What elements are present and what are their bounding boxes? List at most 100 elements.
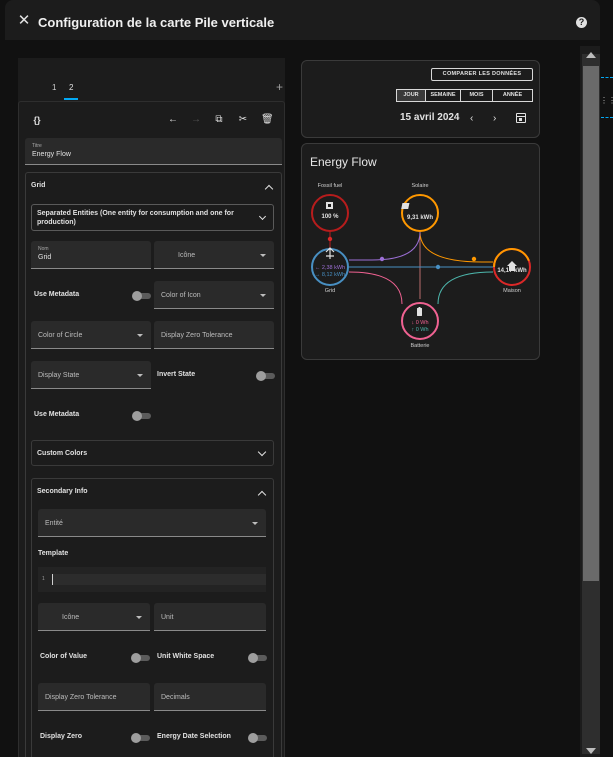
cut-icon[interactable]: ✂ — [237, 114, 249, 126]
close-icon[interactable]: ✕ — [17, 13, 31, 28]
help-icon[interactable]: ? — [576, 17, 587, 28]
display-zero-label: Display Zero — [40, 733, 83, 740]
scroll-down-icon[interactable] — [586, 748, 596, 754]
fossil-flow-dot — [327, 236, 333, 242]
solar-home-dot — [471, 256, 477, 262]
solar-home-line — [419, 231, 493, 263]
custom-colors-panel[interactable]: Custom Colors — [31, 440, 274, 466]
copy-icon[interactable]: ⧉ — [213, 114, 225, 126]
title-field[interactable]: Titre Energy Flow — [25, 138, 282, 165]
period-day-button[interactable]: JOUR — [396, 89, 426, 102]
template-label: Template — [38, 550, 69, 557]
use-metadata-label: Use Metadata — [34, 291, 80, 298]
home-value: 14,17 kWh — [497, 268, 527, 274]
compare-data-button[interactable]: COMPARER LES DONNÉES — [431, 68, 533, 81]
energy-flow-card: Energy Flow Fossil fuel 100 % Solaire 9,… — [301, 143, 540, 360]
fossil-circle — [311, 194, 349, 232]
color-of-value-label: Color of Value — [40, 653, 88, 660]
fossil-icon-inner — [328, 204, 331, 207]
dropdown-arrow-icon — [260, 254, 266, 257]
invert-state-switch[interactable] — [256, 371, 275, 381]
dialog-header: ✕ Configuration de la carte Pile vertica… — [5, 0, 600, 40]
arrow-left-icon[interactable]: ← — [167, 114, 179, 126]
code-editor-icon[interactable]: {} — [31, 114, 43, 126]
chevron-up-icon[interactable] — [257, 490, 267, 500]
color-of-icon-select[interactable]: Color of Icon — [154, 281, 274, 309]
dialog-scrollbar[interactable] — [580, 46, 600, 757]
use-metadata-switch-2[interactable] — [132, 411, 151, 421]
solar-grid-dot — [379, 256, 385, 262]
grid-panel-title: Grid — [31, 182, 46, 189]
use-metadata-switch[interactable] — [132, 291, 151, 301]
battery-home-line — [437, 271, 494, 305]
color-of-circle-select[interactable]: Color of Circle — [31, 321, 151, 349]
chevron-up-icon[interactable] — [264, 184, 274, 194]
battery-icon-tip — [418, 307, 421, 309]
decimals-field[interactable]: Decimals — [154, 683, 266, 711]
template-line[interactable] — [52, 574, 266, 585]
energy-date-selection-switch[interactable] — [248, 733, 267, 743]
solar-grid-line — [349, 231, 421, 261]
grid-name-field[interactable]: Nom Grid — [31, 241, 151, 269]
solar-panel-icon — [401, 203, 410, 209]
scroll-up-icon[interactable] — [586, 52, 596, 58]
grid-label: Grid — [324, 288, 336, 294]
secondary-icon-select[interactable]: Icône — [38, 603, 150, 631]
dropdown-arrow-icon — [136, 616, 142, 619]
grid-panel: Grid Separated Entities (One entity for … — [25, 172, 282, 757]
tab-2[interactable]: 2 — [69, 83, 73, 92]
grid-home-dot — [435, 264, 441, 270]
display-state-select[interactable]: Display State — [31, 361, 151, 389]
grid-mode-select[interactable]: Separated Entities (One entity for consu… — [31, 204, 274, 231]
grid-icon-select[interactable]: Icône — [154, 241, 274, 269]
background-dashed-line-2 — [601, 117, 613, 118]
dropdown-arrow-icon — [260, 294, 266, 297]
grid-battery-line — [348, 271, 403, 305]
color-of-value-switch[interactable] — [131, 653, 150, 663]
fossil-value: 100 % — [321, 214, 339, 220]
home-label: Maison — [503, 288, 521, 294]
secondary-display-zero-tolerance[interactable]: Display Zero Tolerance — [38, 683, 150, 711]
preview-column: COMPARER LES DONNÉES JOUR SEMAINE MOIS A… — [293, 53, 567, 366]
tab-1[interactable]: 1 — [52, 83, 56, 92]
display-zero-switch[interactable] — [131, 733, 150, 743]
dialog-body: 1 2 + {} ← → ⧉ ✂ 🗑 Titre Energy Flow Gri… — [5, 40, 600, 757]
prev-date-icon[interactable]: ‹ — [470, 113, 473, 124]
dropdown-arrow-icon — [252, 522, 258, 525]
chevron-down-icon — [258, 212, 267, 221]
unit-field[interactable]: Unit — [154, 603, 266, 631]
use-metadata-label-2: Use Metadata — [34, 411, 80, 418]
period-week-button[interactable]: SEMAINE — [426, 89, 461, 102]
arrow-right-icon[interactable]: → — [190, 114, 202, 126]
editor-column: 1 2 + {} ← → ⧉ ✂ 🗑 Titre Energy Flow Gri… — [18, 58, 285, 757]
selected-date: 15 avril 2024 — [400, 112, 460, 123]
period-month-button[interactable]: MOIS — [461, 89, 493, 102]
active-tab-indicator — [64, 98, 78, 100]
battery-label: Batterie — [410, 343, 430, 349]
dialog-title: Configuration de la carte Pile verticale — [38, 15, 275, 30]
card-config-dialog: ✕ Configuration de la carte Pile vertica… — [5, 0, 600, 757]
battery-out-value: ↑ 0 Wh — [411, 327, 429, 333]
period-year-button[interactable]: ANNÉE — [493, 89, 533, 102]
chevron-down-icon[interactable] — [257, 447, 267, 457]
add-tab-icon[interactable]: + — [276, 80, 283, 94]
dropdown-arrow-icon — [137, 334, 143, 337]
entity-select[interactable]: Entité — [38, 509, 266, 537]
background-dashed-line — [601, 77, 613, 78]
grid-out-value: → 8,12 kWh — [314, 272, 346, 278]
energy-date-selection-label: Energy Date Selection — [157, 733, 231, 740]
display-zero-tolerance-field[interactable]: Display Zero Tolerance — [154, 321, 274, 349]
background-edit-icon: ⋮⋮ — [600, 96, 613, 105]
unit-white-space-label: Unit White Space — [157, 653, 215, 660]
solar-label: Solaire — [411, 183, 429, 189]
delete-icon[interactable]: 🗑 — [261, 114, 274, 126]
next-date-icon[interactable]: › — [493, 113, 496, 124]
template-editor[interactable]: 1 — [38, 567, 266, 592]
unit-white-space-switch[interactable] — [248, 653, 267, 663]
calendar-icon[interactable] — [516, 113, 526, 123]
battery-in-value: ↓ 0 Wh — [411, 320, 429, 326]
battery-icon — [417, 308, 422, 316]
dropdown-arrow-icon — [137, 374, 143, 377]
invert-state-label: Invert State — [157, 371, 196, 378]
scrollbar-thumb[interactable] — [583, 66, 599, 581]
